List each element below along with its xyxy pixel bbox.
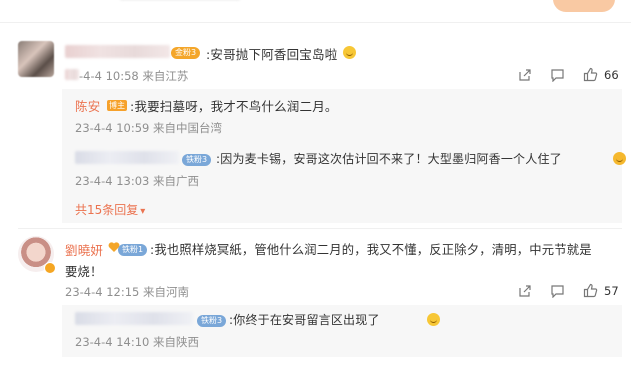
comment-text-line1: :我也照样烧冥紙，管他什么润二月的，我又不懂，反正除夕，清明，中元节就是 bbox=[150, 243, 592, 257]
commenter-name[interactable]: 劉曉妍 bbox=[65, 240, 103, 259]
reply-meta: 23-4-4 13:03 来自广西 bbox=[75, 174, 200, 188]
comment-meta: 23-4-4 12:15 来自河南 bbox=[65, 285, 190, 299]
divider bbox=[18, 228, 622, 229]
reply-author-name[interactable]: 陈安 bbox=[75, 96, 100, 115]
top-action-button[interactable] bbox=[553, 0, 615, 12]
share-icon[interactable] bbox=[518, 284, 532, 298]
fans-badge-label: 金粉3 bbox=[171, 47, 201, 59]
iron-badge-label: 铁粉1 bbox=[118, 244, 148, 256]
iron-fans-badge: 铁粉3 bbox=[197, 312, 227, 327]
thumbs-up-icon[interactable] bbox=[583, 283, 598, 298]
comment-text-line2: 要烧！ bbox=[65, 265, 103, 279]
iron-fans-badge: 铁粉3 bbox=[182, 151, 212, 166]
fans-badge: 金粉3 bbox=[171, 44, 201, 59]
reply-text: :因为麦卡锡，安哥这次估计回不来了！大型墨归阿香一个人住了 bbox=[216, 152, 562, 166]
reply-text: :你终于在安哥留言区出现了 bbox=[229, 313, 380, 327]
reply-username-blurred[interactable] bbox=[75, 151, 179, 164]
comment-meta: -4-4 10:58 来自江苏 bbox=[79, 69, 189, 83]
divider bbox=[0, 22, 631, 23]
chevron-down-icon: ▾ bbox=[140, 206, 146, 217]
avatar[interactable] bbox=[18, 41, 54, 77]
laugh-emoji-icon bbox=[612, 152, 626, 165]
iron-fans-badge: 铁粉1 bbox=[118, 241, 148, 256]
reply-meta: 23-4-4 10:59 来自中国台湾 bbox=[75, 121, 223, 135]
author-badge-label: 博主 bbox=[107, 100, 127, 111]
laugh-emoji-icon bbox=[426, 313, 440, 326]
more-replies-label: 共15条回复 bbox=[75, 203, 139, 217]
reply-text: :我要扫墓呀，我才不鸟什么润二月。 bbox=[130, 99, 338, 114]
iron-badge-label: 铁粉3 bbox=[182, 154, 212, 166]
like-count: 57 bbox=[604, 284, 619, 298]
share-icon[interactable] bbox=[518, 68, 532, 82]
comment-icon[interactable] bbox=[550, 68, 565, 82]
grin-emoji-icon bbox=[343, 46, 356, 59]
author-badge: 博主 bbox=[107, 97, 127, 111]
username-blurred[interactable] bbox=[65, 45, 170, 58]
iron-badge-label: 铁粉3 bbox=[197, 315, 227, 327]
top-cropped-text bbox=[120, 0, 240, 4]
comment-icon[interactable] bbox=[550, 284, 565, 298]
more-replies-link[interactable]: 共15条回复 ▾ bbox=[75, 201, 145, 218]
verified-badge-icon bbox=[44, 262, 56, 274]
reply-username-blurred[interactable] bbox=[75, 312, 193, 325]
timestamp-blurred bbox=[65, 69, 79, 80]
thumbs-up-icon[interactable] bbox=[583, 67, 598, 82]
like-count: 66 bbox=[604, 68, 619, 82]
comment-text: :安哥抛下阿香回宝岛啦 bbox=[206, 47, 338, 62]
reply-meta: 23-4-4 14:10 来自陕西 bbox=[75, 335, 200, 349]
